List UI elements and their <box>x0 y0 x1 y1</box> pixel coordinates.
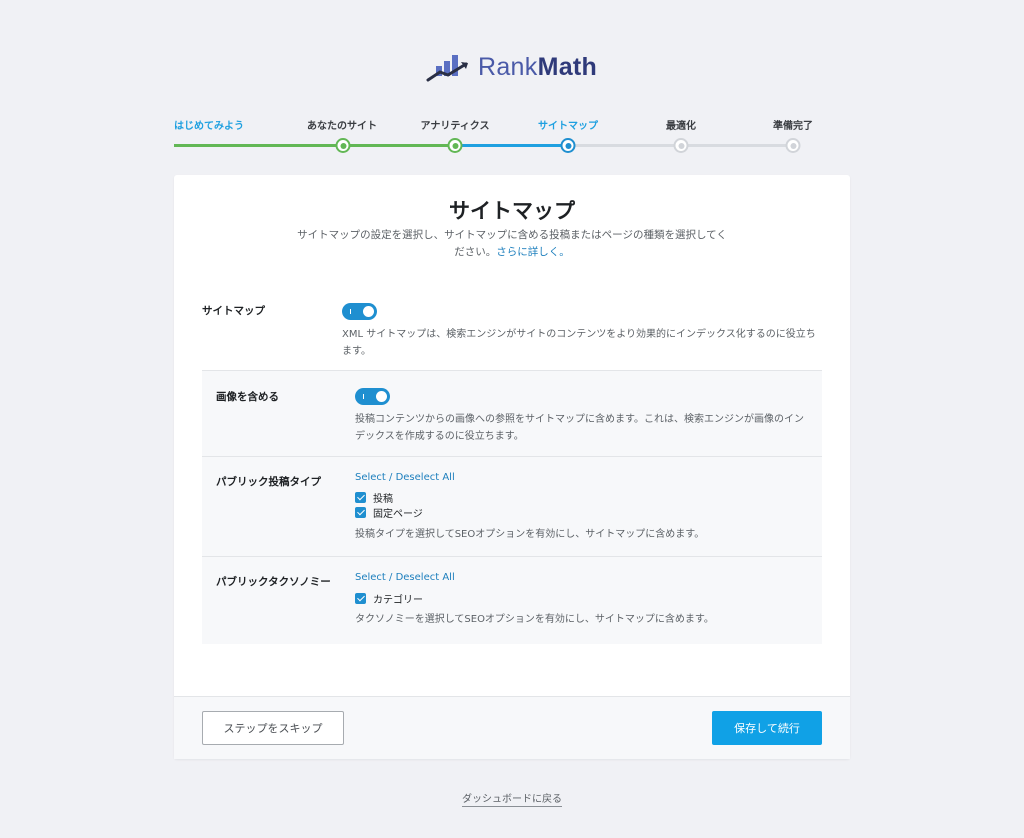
checkbox-label: カテゴリー <box>373 595 423 606</box>
include-images-description: 投稿コンテンツからの画像への参照をサイトマップに含めます。これは、検索エンジンが… <box>355 414 804 442</box>
step-label-start[interactable]: はじめてみよう <box>174 117 244 132</box>
step-label-your-site[interactable]: あなたのサイト <box>307 117 377 132</box>
checkbox-checked-icon <box>355 507 366 518</box>
toggle-on-mark <box>363 394 364 399</box>
back-to-dashboard-link[interactable]: ダッシュボードに戻る <box>462 794 562 807</box>
page-title: サイトマップ <box>449 199 575 223</box>
include-images-toggle[interactable] <box>355 388 390 405</box>
taxonomies-row: パブリックタクソノミー Select / Deselect All カテゴリー … <box>202 556 822 645</box>
taxonomies-description: タクソノミーを選択してSEOオプションを有効にし、サイトマップに含めます。 <box>355 614 714 625</box>
rankmath-chart-icon <box>426 55 468 82</box>
step-label-ready: 準備完了 <box>773 121 813 132</box>
taxonomies-label: パブリックタクソノミー <box>216 576 331 588</box>
sitemap-sub-settings: 画像を含める 投稿コンテンツからの画像への参照をサイトマップに含めます。これは、… <box>202 370 822 644</box>
include-images-row: 画像を含める 投稿コンテンツからの画像への参照をサイトマップに含めます。これは、… <box>202 371 822 456</box>
include-images-label: 画像を含める <box>216 391 279 403</box>
setup-steps: はじめてみよう あなたのサイト アナリティクス サイトマップ 最適化 準備完了 <box>174 117 820 157</box>
back-to-dashboard: ダッシュボードに戻る <box>0 790 1024 807</box>
learn-more-link[interactable]: さらに詳しく。 <box>496 246 570 258</box>
progress-track-done <box>174 144 455 147</box>
post-type-checkbox-post[interactable]: 投稿 <box>355 490 393 505</box>
step-dot-analytics[interactable] <box>447 138 463 153</box>
post-types-select-all-link[interactable]: Select / Deselect All <box>355 472 455 483</box>
step-dot-ready <box>785 138 801 153</box>
sitemap-setting-row: サイトマップ XML サイトマップは、検索エンジンがサイトのコンテンツをより効果… <box>202 293 822 371</box>
step-label-optimization: 最適化 <box>666 121 696 132</box>
toggle-on-mark <box>350 309 351 314</box>
checkbox-label: 固定ページ <box>373 509 423 520</box>
save-continue-button[interactable]: 保存して続行 <box>712 711 822 745</box>
rankmath-logo: RankMath <box>426 50 597 84</box>
logo-text: RankMath <box>478 52 598 81</box>
progress-track-current <box>455 144 567 147</box>
sitemap-settings-card: サイトマップ サイトマップの設定を選択し、サイトマップに含める投稿またはページの… <box>174 175 850 759</box>
sitemap-label: サイトマップ <box>202 305 265 317</box>
post-type-checkbox-page[interactable]: 固定ページ <box>355 505 423 520</box>
checkbox-checked-icon <box>355 492 366 503</box>
taxonomy-checkbox-category[interactable]: カテゴリー <box>355 591 423 606</box>
post-types-description: 投稿タイプを選択してSEOオプションを有効にし、サイトマップに含めます。 <box>355 529 705 540</box>
post-types-label: パブリック投稿タイプ <box>216 476 321 488</box>
toggle-knob <box>376 391 387 402</box>
toggle-knob <box>363 306 374 317</box>
step-dot-your-site[interactable] <box>335 138 351 153</box>
checkbox-checked-icon <box>355 593 366 604</box>
post-types-row: パブリック投稿タイプ Select / Deselect All 投稿 固定ペー… <box>202 456 822 556</box>
checkbox-label: 投稿 <box>373 494 393 505</box>
step-label-analytics[interactable]: アナリティクス <box>421 117 490 132</box>
sitemap-description: XML サイトマップは、検索エンジンがサイトのコンテンツをより効果的にインデック… <box>342 329 816 357</box>
step-dot-sitemap[interactable] <box>560 138 576 153</box>
step-label-sitemap[interactable]: サイトマップ <box>538 117 598 132</box>
step-dot-optimization <box>673 138 689 153</box>
page-description: サイトマップの設定を選択し、サイトマップに含める投稿またはページの種類を選択して… <box>297 229 727 258</box>
card-footer: ステップをスキップ 保存して続行 <box>174 696 850 759</box>
taxonomies-select-all-link[interactable]: Select / Deselect All <box>355 572 455 583</box>
skip-step-button[interactable]: ステップをスキップ <box>202 711 344 745</box>
sitemap-toggle[interactable] <box>342 303 377 320</box>
